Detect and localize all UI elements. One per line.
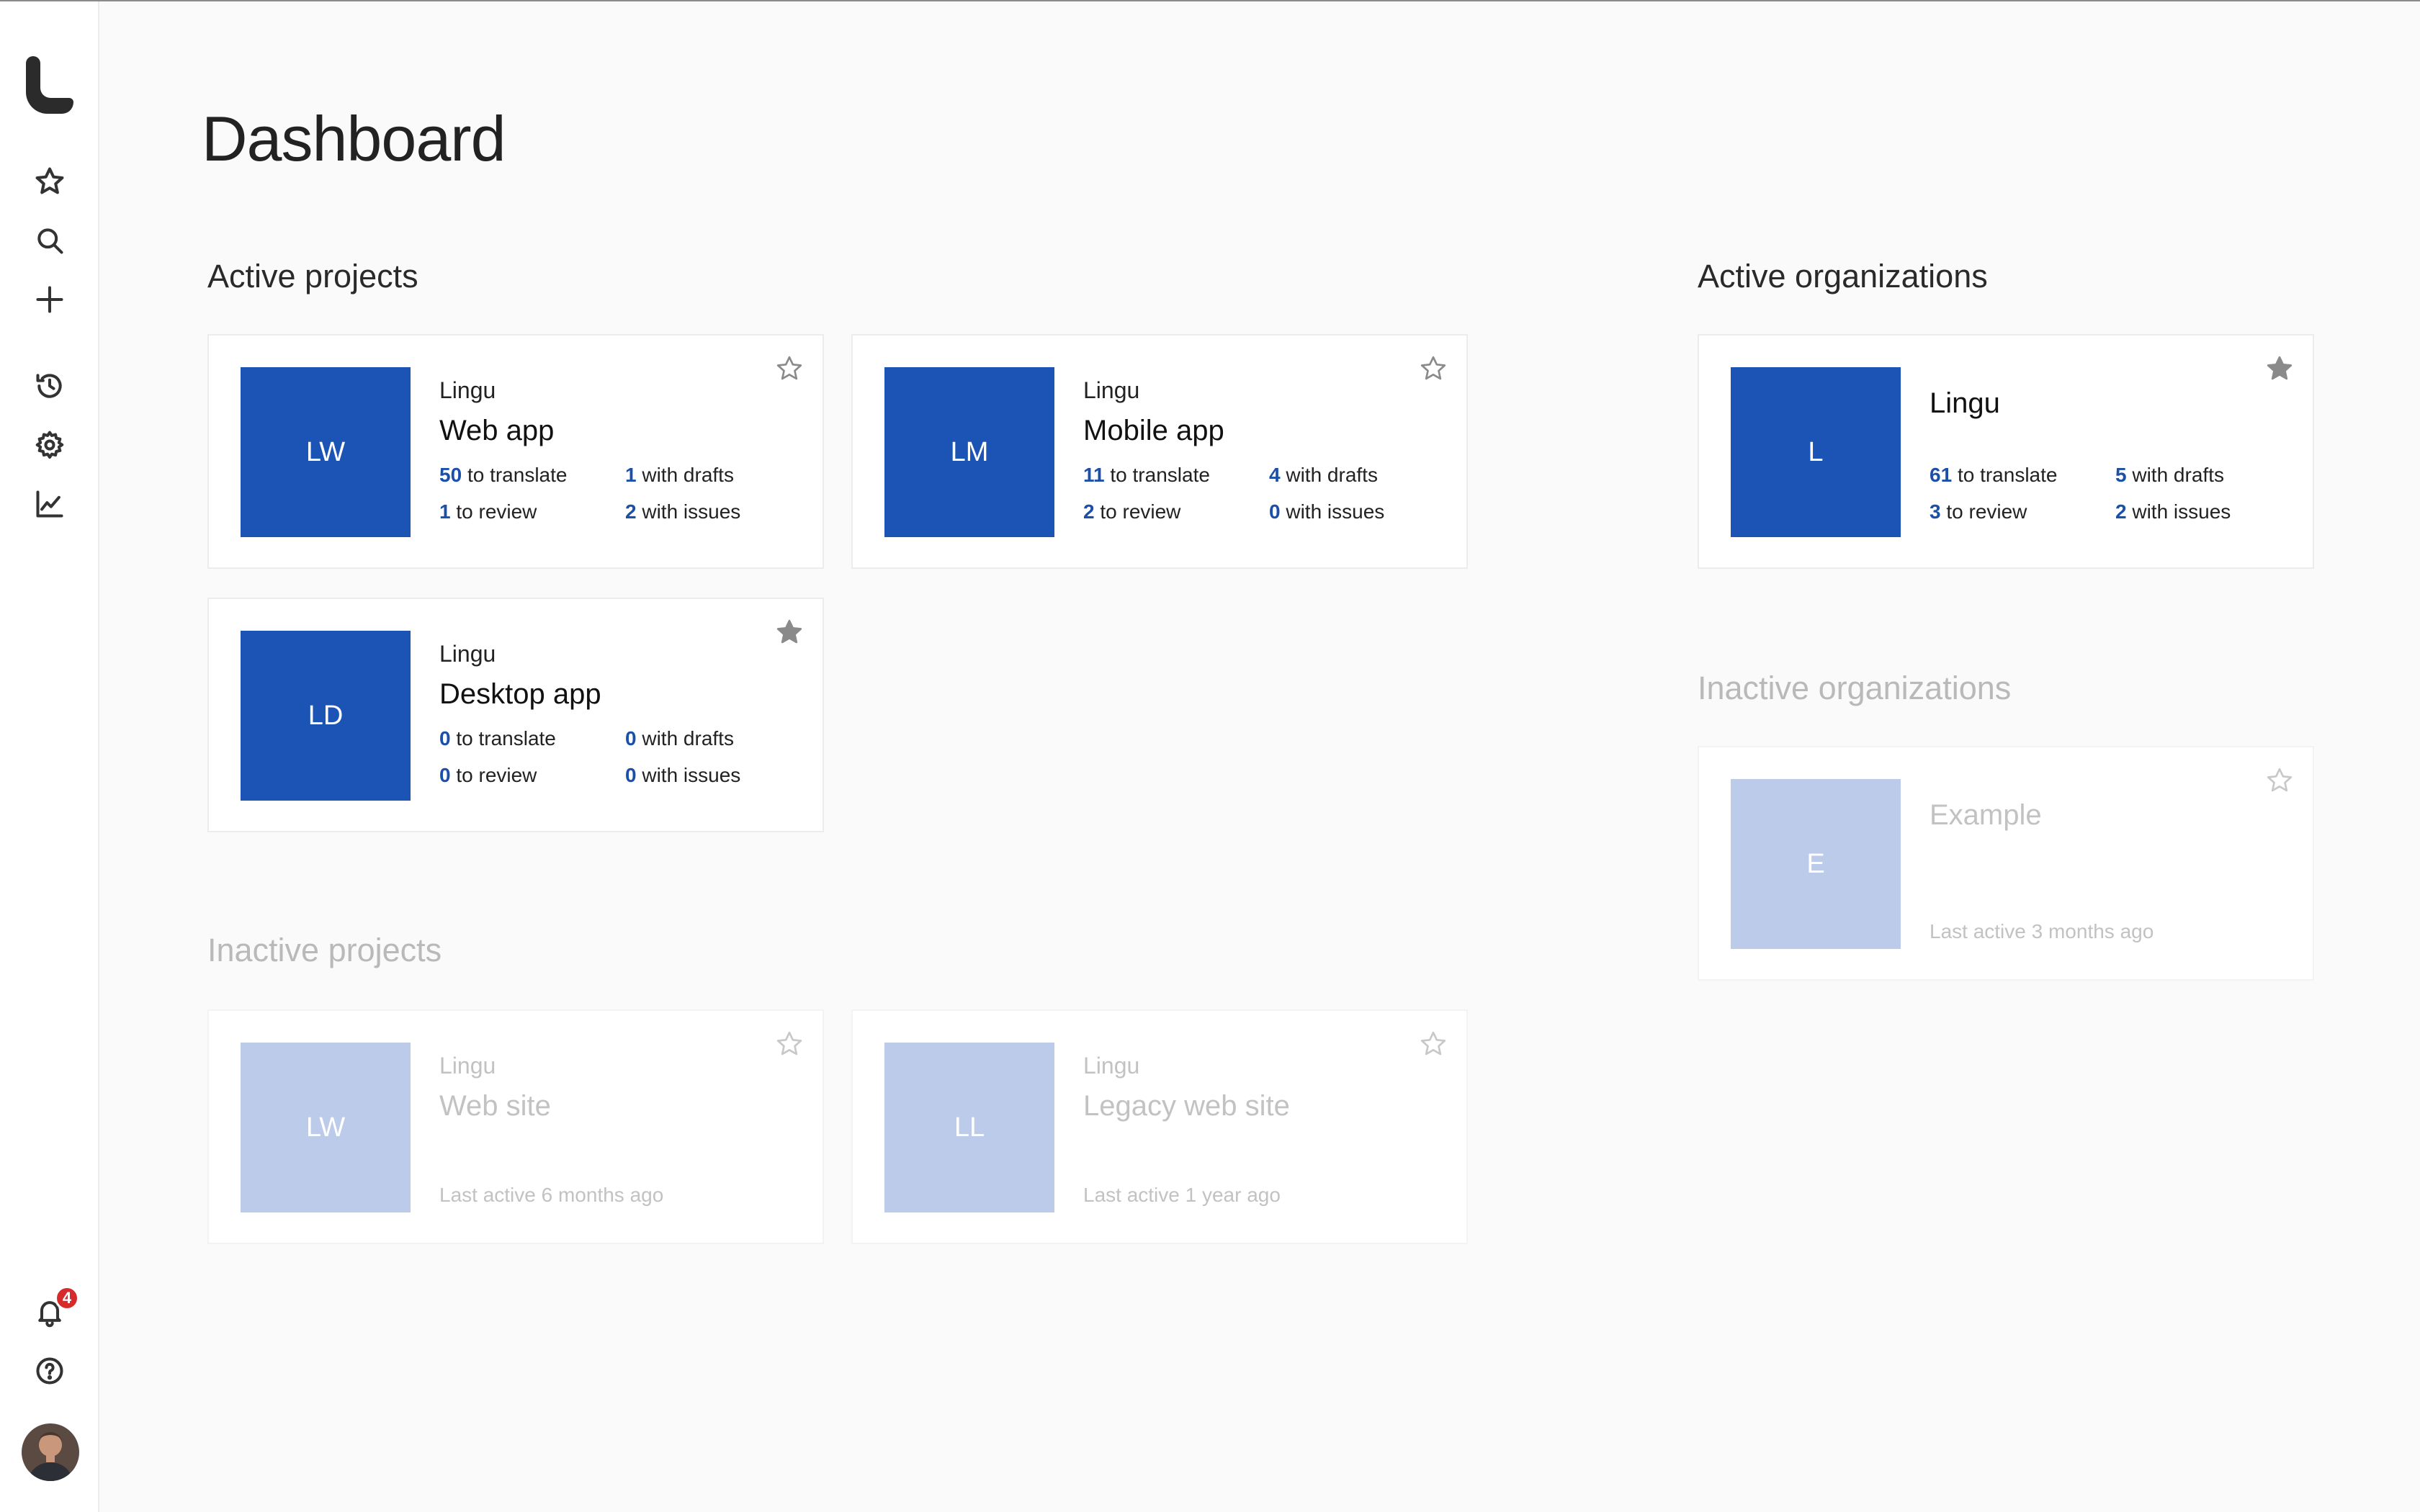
- to-review-stat[interactable]: 2 to review: [1083, 500, 1180, 523]
- page-title: Dashboard: [202, 103, 506, 174]
- organization-card-lingu[interactable]: L Lingu 61 to translate 3 to review 5 wi…: [1698, 334, 2314, 569]
- project-tile: LW: [241, 1043, 411, 1212]
- project-org: Lingu: [439, 377, 496, 403]
- project-name: Web site: [439, 1090, 551, 1122]
- star-outline-icon[interactable]: [1419, 354, 1448, 383]
- star-filled-icon[interactable]: [2265, 354, 2294, 383]
- project-org: Lingu: [1083, 377, 1140, 403]
- project-card-legacy-web-site[interactable]: LL Lingu Legacy web site Last active 1 y…: [851, 1009, 1468, 1244]
- to-review-stat[interactable]: 3 to review: [1930, 500, 2027, 523]
- with-issues-stat[interactable]: 2 with issues: [2115, 500, 2231, 523]
- organization-card-example[interactable]: E Example Last active 3 months ago: [1698, 746, 2314, 981]
- to-translate-stat[interactable]: 61 to translate: [1930, 464, 2057, 487]
- project-card-desktop-app[interactable]: LD Lingu Desktop app 0 to translate 0 to…: [207, 598, 824, 832]
- last-active-text: Last active 3 months ago: [1930, 920, 2154, 942]
- project-tile: LM: [884, 367, 1054, 537]
- project-tile: LW: [241, 367, 411, 537]
- app-logo[interactable]: [24, 55, 75, 114]
- active-organizations-heading: Active organizations: [1698, 258, 1988, 294]
- with-issues-stat[interactable]: 2 with issues: [625, 500, 740, 523]
- last-active-text: Last active 1 year ago: [1083, 1184, 1281, 1206]
- organization-name: Example: [1930, 799, 2042, 831]
- to-translate-stat[interactable]: 50 to translate: [439, 464, 567, 487]
- with-drafts-stat[interactable]: 4 with drafts: [1269, 464, 1378, 487]
- gear-icon[interactable]: [32, 428, 67, 462]
- last-active-text: Last active 6 months ago: [439, 1184, 664, 1206]
- inactive-organizations-heading: Inactive organizations: [1698, 670, 2012, 706]
- to-translate-stat[interactable]: 11 to translate: [1083, 464, 1210, 487]
- project-org: Lingu: [439, 1053, 496, 1079]
- project-card-mobile-app[interactable]: LM Lingu Mobile app 11 to translate 2 to…: [851, 334, 1468, 569]
- history-icon[interactable]: [32, 369, 67, 403]
- with-drafts-stat[interactable]: 1 with drafts: [625, 464, 734, 487]
- user-avatar[interactable]: [22, 1423, 79, 1481]
- star-outline-icon[interactable]: [1419, 1030, 1448, 1058]
- project-org: Lingu: [439, 641, 496, 667]
- star-outline-icon[interactable]: [2265, 766, 2294, 795]
- to-review-stat[interactable]: 0 to review: [439, 764, 537, 787]
- active-projects-heading: Active projects: [207, 258, 418, 294]
- sidebar: 4: [0, 1, 99, 1512]
- project-name: Web app: [439, 415, 555, 446]
- project-name: Desktop app: [439, 678, 601, 710]
- favorites-star-icon[interactable]: [32, 164, 67, 199]
- with-issues-stat[interactable]: 0 with issues: [625, 764, 740, 787]
- chart-icon[interactable]: [32, 487, 67, 521]
- star-outline-icon[interactable]: [775, 354, 804, 383]
- project-card-web-app[interactable]: LW Lingu Web app 50 to translate 1 to re…: [207, 334, 824, 569]
- organization-name: Lingu: [1930, 387, 2000, 419]
- project-org: Lingu: [1083, 1053, 1140, 1079]
- help-icon[interactable]: [32, 1354, 67, 1388]
- to-translate-stat[interactable]: 0 to translate: [439, 727, 556, 750]
- organization-tile: E: [1731, 779, 1901, 949]
- inactive-projects-heading: Inactive projects: [207, 932, 442, 968]
- star-outline-icon[interactable]: [775, 1030, 804, 1058]
- with-drafts-stat[interactable]: 5 with drafts: [2115, 464, 2224, 487]
- with-issues-stat[interactable]: 0 with issues: [1269, 500, 1384, 523]
- with-drafts-stat[interactable]: 0 with drafts: [625, 727, 734, 750]
- project-name: Mobile app: [1083, 415, 1224, 446]
- notification-badge: 4: [55, 1286, 79, 1310]
- organization-tile: L: [1731, 367, 1901, 537]
- project-tile: LL: [884, 1043, 1054, 1212]
- star-filled-icon[interactable]: [775, 618, 804, 647]
- project-card-web-site[interactable]: LW Lingu Web site Last active 6 months a…: [207, 1009, 824, 1244]
- to-review-stat[interactable]: 1 to review: [439, 500, 537, 523]
- project-tile: LD: [241, 631, 411, 801]
- plus-icon[interactable]: [32, 282, 67, 317]
- search-icon[interactable]: [32, 223, 67, 258]
- project-name: Legacy web site: [1083, 1090, 1290, 1122]
